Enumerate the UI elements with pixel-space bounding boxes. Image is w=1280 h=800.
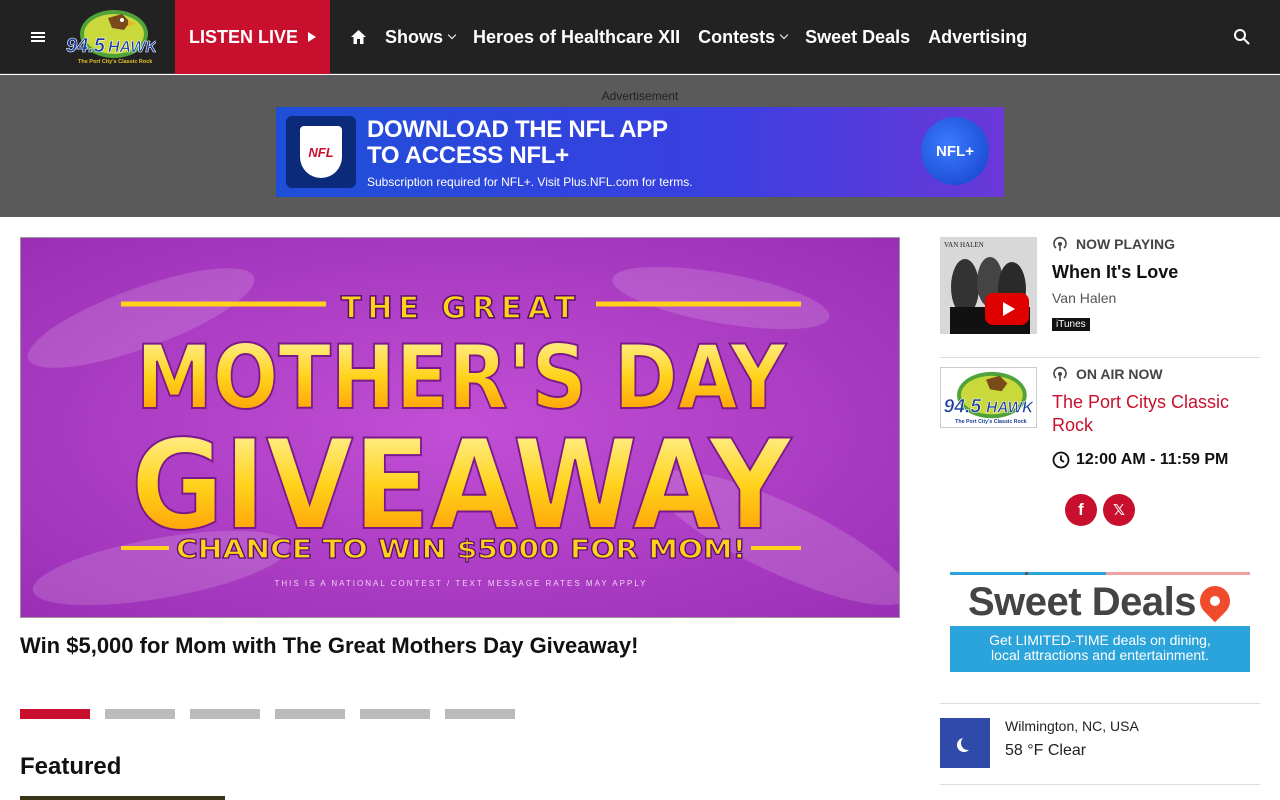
itunes-badge[interactable]: iTunes bbox=[1052, 318, 1090, 331]
hero-caption-link[interactable]: Win $5,000 for Mom with The Great Mother… bbox=[20, 633, 638, 659]
hero-image-top: THE GREAT bbox=[341, 291, 581, 326]
nav-shows-label: Shows bbox=[385, 26, 444, 47]
sweet-deals-promo[interactable]: Sweet Deals Get LIMITED-TIME deals on di… bbox=[950, 572, 1250, 672]
sweet-deals-sub-line-2: local attractions and entertainment. bbox=[991, 647, 1209, 663]
svg-text:94.5: 94.5 bbox=[66, 35, 106, 57]
carousel-dot-3[interactable] bbox=[190, 709, 260, 719]
on-air-label: ON AIR NOW bbox=[1076, 366, 1163, 382]
hero-image-bottom: CHANCE TO WIN $5000 FOR MOM! bbox=[176, 535, 746, 565]
main-nav: Shows Heroes of Healthcare XII Contests … bbox=[350, 0, 1045, 74]
featured-heading: Featured bbox=[20, 753, 122, 780]
listen-live-button[interactable]: LISTEN LIVE bbox=[175, 0, 330, 74]
nav-advertising[interactable]: Advertising bbox=[928, 27, 1027, 48]
svg-text:The Port City's Classic Rock: The Port City's Classic Rock bbox=[78, 59, 153, 65]
ad-band: Advertisement NFL DOWNLOAD THE NFL APP T… bbox=[0, 75, 1280, 217]
location-pin-icon bbox=[1193, 579, 1237, 623]
svg-text:94.5: 94.5 bbox=[944, 395, 982, 417]
listen-live-label: LISTEN LIVE bbox=[188, 26, 298, 47]
nfl-ad-banner[interactable]: NFL DOWNLOAD THE NFL APP TO ACCESS NFL+ … bbox=[276, 107, 1004, 197]
carousel-dot-6[interactable] bbox=[445, 709, 515, 719]
sweet-deals-subtext: Get LIMITED-TIME deals on dining, local … bbox=[950, 626, 1250, 672]
sweet-deals-sub-line-1: Get LIMITED-TIME deals on dining, bbox=[989, 632, 1211, 648]
sweet-deals-title: Sweet Deals bbox=[968, 580, 1196, 624]
carousel-dot-2[interactable] bbox=[105, 709, 175, 719]
nfl-shield-logo: NFL bbox=[286, 116, 356, 188]
show-time-row: 12:00 AM - 11:59 PM bbox=[1052, 451, 1228, 469]
sweet-deals-bar bbox=[950, 572, 1250, 575]
broadcast-icon bbox=[1053, 236, 1067, 251]
artist-name: Van Halen bbox=[1052, 290, 1117, 306]
broadcast-icon bbox=[1053, 366, 1067, 381]
nav-sweet-deals-label: Sweet Deals bbox=[805, 26, 911, 47]
nav-heroes-label: Heroes of Healthcare XII bbox=[473, 26, 681, 47]
hero-image-fine-print: THIS IS A NATIONAL CONTEST / TEXT MESSAG… bbox=[274, 579, 647, 588]
weather-temperature: 58 °F Clear bbox=[1005, 742, 1087, 759]
nfl-shield-text: NFL bbox=[308, 144, 334, 160]
x-twitter-icon[interactable]: 𝕏 bbox=[1103, 494, 1135, 526]
on-air-label-row: ON AIR NOW bbox=[1052, 366, 1163, 382]
weather-location: Wilmington, NC, USA bbox=[1005, 718, 1139, 734]
now-playing-label-row: NOW PLAYING bbox=[1052, 236, 1175, 252]
chevron-down-icon bbox=[447, 30, 457, 40]
on-air-show-logo[interactable]: 94.5 HAWK The Port City's Classic Rock bbox=[940, 367, 1037, 428]
hero-slide-image[interactable]: THE GREAT MOTHER'S DAY GIVEAWAY CHANCE T… bbox=[20, 237, 900, 618]
now-playing-label: NOW PLAYING bbox=[1076, 236, 1176, 252]
nav-contests[interactable]: Contests bbox=[698, 26, 789, 48]
home-icon[interactable] bbox=[350, 29, 367, 45]
ad-subtext: Subscription required for NFL+. Visit Pl… bbox=[367, 175, 693, 189]
show-time: 12:00 AM - 11:59 PM bbox=[1076, 451, 1229, 468]
ad-headline-line-2: TO ACCESS NFL+ bbox=[367, 142, 569, 169]
divider bbox=[940, 357, 1260, 358]
featured-thumbnail[interactable] bbox=[20, 796, 225, 800]
on-air-show-title[interactable]: The Port Citys Classic Rock bbox=[1052, 391, 1262, 437]
carousel-dot-1[interactable] bbox=[20, 709, 90, 719]
play-icon bbox=[308, 32, 316, 42]
divider bbox=[940, 784, 1260, 785]
ad-headline-line-1: DOWNLOAD THE NFL APP bbox=[367, 116, 668, 143]
nav-shows[interactable]: Shows bbox=[385, 26, 457, 48]
svg-text:The Port City's Classic Rock: The Port City's Classic Rock bbox=[955, 419, 1027, 425]
moon-icon bbox=[940, 718, 990, 768]
search-icon[interactable] bbox=[1233, 28, 1251, 46]
station-logo[interactable]: 94.5 HAWK The Port City's Classic Rock bbox=[64, 8, 156, 66]
nav-heroes-of-healthcare[interactable]: Heroes of Healthcare XII bbox=[473, 27, 680, 48]
nfl-plus-badge: NFL+ bbox=[921, 117, 989, 185]
nav-advertising-label: Advertising bbox=[928, 26, 1028, 47]
svg-text:HAWK: HAWK bbox=[108, 39, 156, 56]
chevron-down-icon bbox=[779, 30, 789, 40]
svg-text:HAWK: HAWK bbox=[986, 399, 1035, 416]
youtube-play-button[interactable] bbox=[985, 293, 1029, 325]
nav-sweet-deals[interactable]: Sweet Deals bbox=[805, 27, 910, 48]
facebook-icon[interactable]: f bbox=[1065, 494, 1097, 526]
carousel-dots bbox=[20, 709, 515, 719]
top-nav: 94.5 HAWK The Port City's Classic Rock L… bbox=[0, 0, 1280, 74]
carousel-dot-4[interactable] bbox=[275, 709, 345, 719]
divider bbox=[940, 703, 1260, 704]
carousel-dot-5[interactable] bbox=[360, 709, 430, 719]
ad-headline: DOWNLOAD THE NFL APP TO ACCESS NFL+ bbox=[367, 117, 668, 169]
nav-contests-label: Contests bbox=[698, 26, 776, 47]
ad-label: Advertisement bbox=[601, 89, 679, 103]
album-art[interactable]: VAN HALEN bbox=[940, 237, 1037, 334]
song-title: When It's Love bbox=[1052, 262, 1179, 282]
album-art-caption: VAN HALEN bbox=[944, 241, 984, 249]
clock-icon bbox=[1052, 451, 1070, 469]
